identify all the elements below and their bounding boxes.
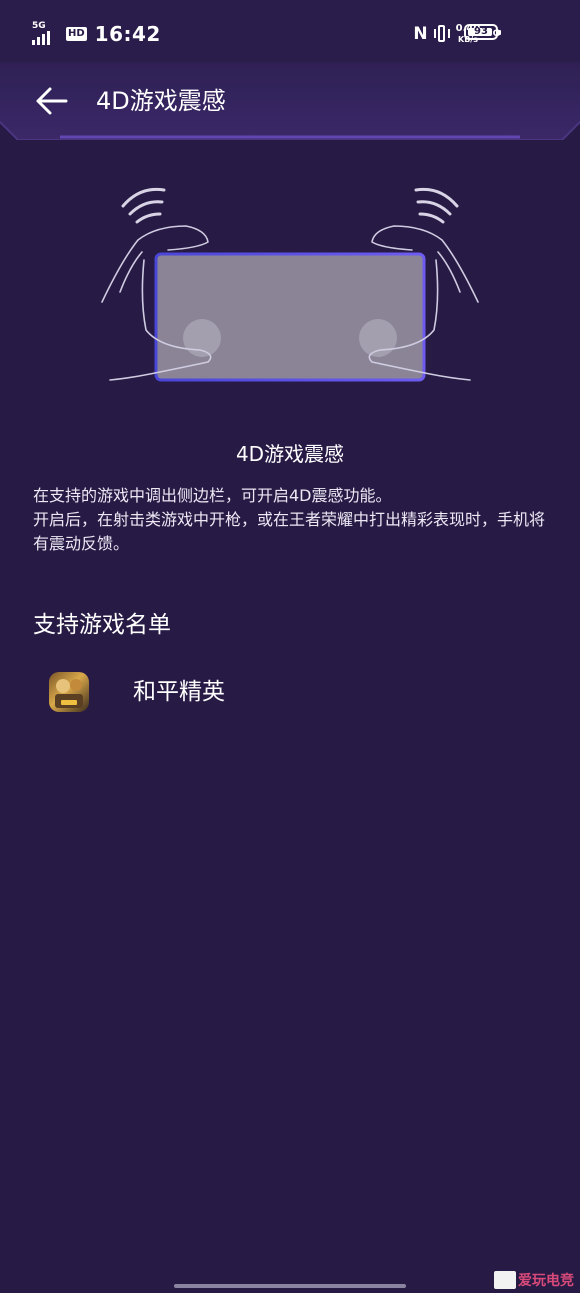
phone-illustration (154, 252, 426, 382)
watermark-logo-icon (494, 1271, 516, 1289)
nfc-icon: N (413, 24, 428, 44)
battery-icon: 93 (464, 24, 501, 40)
right-vibration-waves-icon (414, 187, 459, 224)
vibrate-icon (433, 24, 450, 44)
back-arrow-icon (36, 87, 68, 115)
hd-voice-icon: HD (66, 27, 87, 41)
header-bar: 4D游戏震感 (0, 62, 580, 140)
back-button[interactable] (34, 84, 70, 118)
status-bar: 5G HD 16:42 N 0.40 KB/s 5G 93 (0, 0, 580, 62)
left-vibration-waves-icon (121, 187, 166, 224)
status-time: 16:42 (94, 22, 161, 46)
list-item-game[interactable]: 和平精英 (33, 662, 547, 722)
page-title: 4D游戏震感 (96, 87, 226, 115)
network-type-label: 5G (32, 21, 46, 31)
game-peacekeeper-elite-icon (49, 672, 89, 712)
feature-description-line2: 开启后，在射击类游戏中开枪，或在王者荣耀中打出精彩表现时，手机将有震动反馈。 (33, 510, 546, 553)
watermark-text: 爱玩电竞 (518, 1273, 574, 1289)
vibration-illustration (90, 180, 490, 400)
header-background (0, 62, 580, 140)
game-name: 和平精英 (133, 679, 225, 705)
watermark: 爱玩电竞 (494, 1270, 574, 1290)
feature-description-line1: 在支持的游戏中调出侧边栏，可开启4D震感功能。 (33, 486, 392, 505)
feature-title: 4D游戏震感 (235, 442, 345, 466)
battery-level: 93 (474, 26, 488, 37)
status-bar-left: 5G HD 16:42 (32, 18, 161, 50)
signal-strength-icon: 5G (32, 21, 58, 47)
feature-description: 在支持的游戏中调出侧边栏，可开启4D震感功能。 开启后，在射击类游戏中开枪，或在… (33, 484, 553, 556)
supported-games-heading: 支持游戏名单 (33, 612, 171, 638)
home-indicator[interactable] (174, 1284, 406, 1288)
